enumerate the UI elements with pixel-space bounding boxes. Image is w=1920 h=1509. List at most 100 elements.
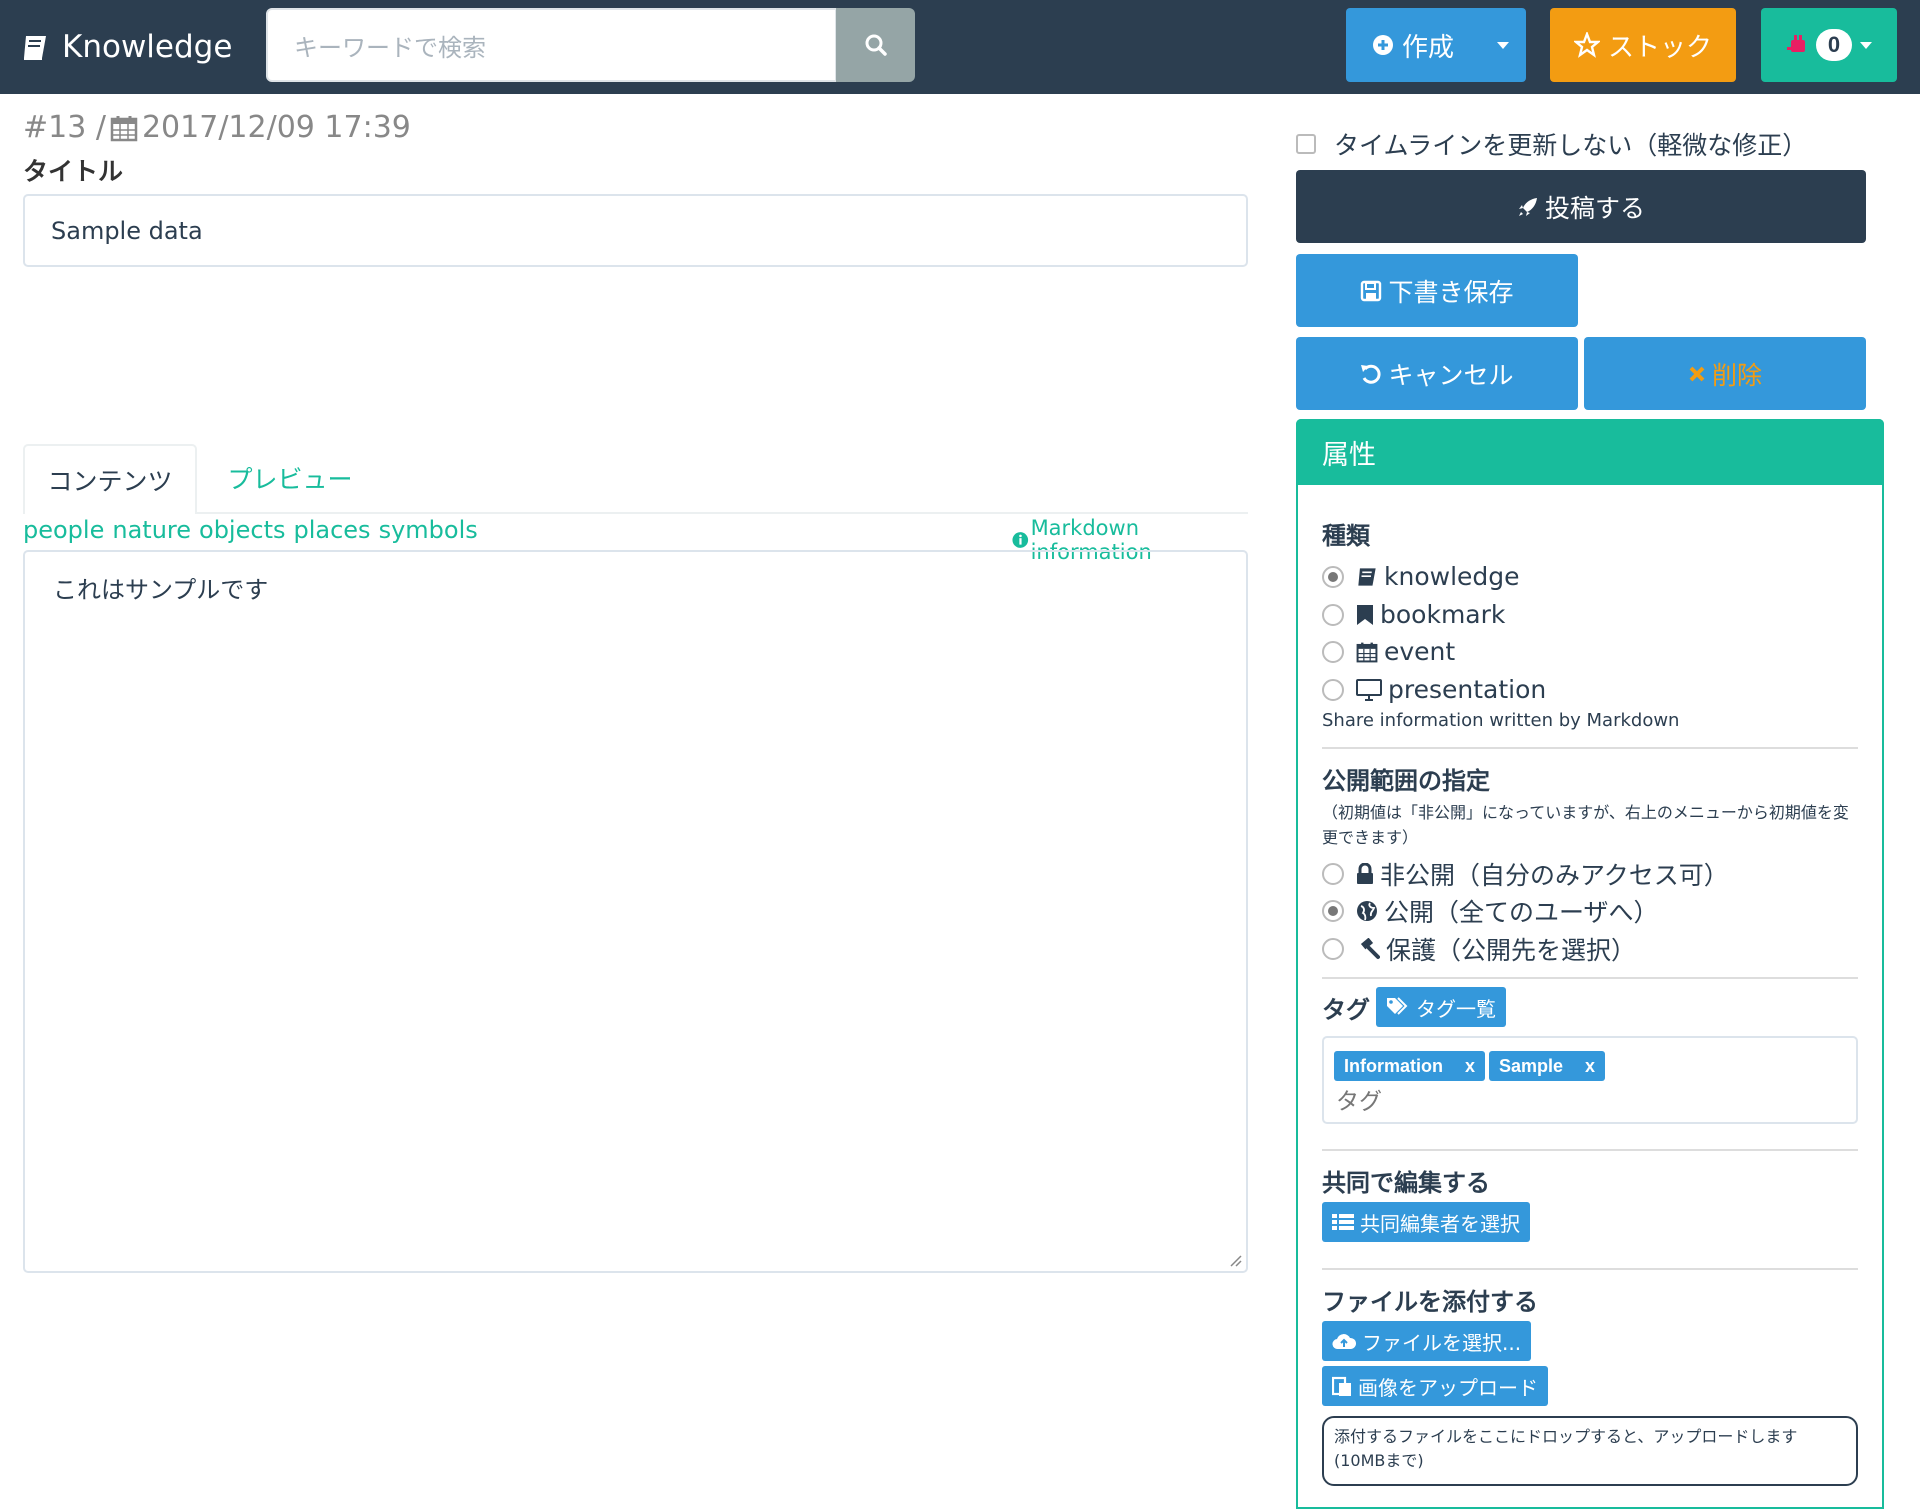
title-input[interactable]: Sample data (23, 194, 1248, 267)
type-label-presentation: presentation (1388, 675, 1547, 704)
knowledge-meta: #13 / 2017/12/09 17:39 (23, 110, 411, 145)
post-label: 投稿する (1544, 193, 1645, 223)
divider (1322, 977, 1858, 979)
plus-circle-icon (1373, 35, 1393, 55)
book-icon (1358, 567, 1376, 586)
search-icon (865, 34, 887, 56)
tag-input-placeholder[interactable]: タグ (1336, 1082, 1382, 1116)
monitor-icon (1356, 678, 1382, 701)
tag-remove-button[interactable]: x (1585, 1056, 1595, 1077)
notification-button[interactable]: 0 (1761, 8, 1897, 82)
type-radio-presentation[interactable] (1322, 678, 1344, 701)
scope-help-text: （初期値は「非公開」になっていますが、右上のメニューから初期値を変更できます） (1322, 803, 1849, 847)
save-draft-button[interactable]: 下書き保存 (1296, 254, 1578, 327)
title-value: Sample data (51, 216, 203, 245)
attach-section-title: ファイルを添付する (1322, 1288, 1538, 1316)
tag-chip-label: Sample (1499, 1055, 1564, 1076)
scope-option-protected[interactable]: 保護（公開先を選択） (1322, 931, 1636, 967)
scope-label-protected: 保護（公開先を選択） (1386, 936, 1637, 965)
emoji-link-places[interactable]: places (293, 516, 370, 544)
type-section-title: 種類 (1322, 522, 1370, 550)
scope-radio-private[interactable] (1322, 863, 1344, 885)
emoji-link-people[interactable]: people (23, 516, 104, 544)
brand-name: Knowledge (62, 29, 233, 65)
timeline-option[interactable]: タイムラインを更新しない（軽微な修正） (1296, 126, 1807, 162)
scope-option-private[interactable]: 非公開（自分のみアクセス可） (1322, 856, 1729, 892)
scope-option-public[interactable]: 公開（全てのユーザへ） (1322, 893, 1659, 929)
times-icon (1689, 366, 1705, 381)
type-option-knowledge[interactable]: knowledge (1322, 562, 1520, 591)
cloud-upload-icon (1332, 1334, 1356, 1350)
scope-radio-public[interactable] (1322, 900, 1344, 922)
stock-button[interactable]: ストック (1550, 8, 1736, 82)
choose-file-button[interactable]: ファイルを選択... (1322, 1321, 1532, 1361)
type-label-knowledge: knowledge (1384, 562, 1520, 591)
emoji-link-symbols[interactable]: symbols (379, 516, 478, 544)
drop-zone-text: 添付するファイルをここにドロップすると、アップロードします(10MBまで) (1334, 1427, 1798, 1470)
search-button[interactable] (836, 8, 915, 82)
knowledge-datetime: 2017/12/09 17:39 (141, 110, 411, 145)
type-radio-knowledge[interactable] (1322, 565, 1344, 588)
calendar-icon (1356, 642, 1378, 662)
tag-section-title: タグ (1322, 996, 1370, 1024)
tag-list-label: タグ一覧 (1416, 996, 1496, 1021)
lock-icon (1357, 863, 1373, 884)
timeline-checkbox[interactable] (1296, 134, 1316, 154)
type-radio-event[interactable] (1322, 640, 1344, 663)
search-input[interactable]: キーワードで検索 (266, 8, 837, 82)
title-label: タイトル (23, 157, 124, 186)
type-help-text: Share information written by Markdown (1322, 710, 1680, 731)
type-option-bookmark[interactable]: bookmark (1322, 600, 1505, 629)
tab-preview[interactable]: プレビュー (210, 444, 370, 512)
type-option-event[interactable]: event (1322, 637, 1455, 666)
scope-section-title: 公開範囲の指定 (1322, 767, 1490, 795)
resize-handle-icon[interactable] (1228, 1253, 1242, 1267)
content-textarea[interactable]: これはサンプルです (23, 550, 1248, 1273)
type-option-presentation[interactable]: presentation (1322, 675, 1546, 704)
caret-down-icon[interactable] (1496, 40, 1510, 50)
calendar-icon (110, 115, 138, 141)
paste-icon (1332, 1376, 1351, 1396)
file-drop-zone[interactable]: 添付するファイルをここにドロップすると、アップロードします(10MBまで) (1322, 1416, 1858, 1486)
scope-radio-protected[interactable] (1322, 938, 1344, 960)
create-button[interactable]: 作成 (1346, 8, 1526, 82)
coedit-section-title: 共同で編集する (1322, 1169, 1490, 1197)
post-button[interactable]: 投稿する (1296, 170, 1866, 243)
list-icon (1332, 1214, 1354, 1230)
caret-down-icon (1860, 42, 1872, 49)
gavel-icon (1360, 938, 1380, 959)
notification-count: 0 (1816, 29, 1852, 61)
plug-icon (1787, 35, 1805, 52)
bookmark-icon (1357, 604, 1373, 625)
brand-link[interactable]: Knowledge (22, 22, 232, 72)
undo-icon (1361, 364, 1381, 384)
save-draft-label: 下書き保存 (1388, 277, 1514, 307)
type-radio-bookmark[interactable] (1322, 603, 1344, 626)
select-coeditors-button[interactable]: 共同編集者を選択 (1322, 1202, 1530, 1242)
globe-icon (1357, 901, 1377, 921)
emoji-link-objects[interactable]: objects (199, 516, 285, 544)
emoji-link-nature[interactable]: nature (112, 516, 191, 544)
tag-list-button[interactable]: タグ一覧 (1376, 987, 1506, 1027)
book-icon (24, 36, 46, 60)
divider (1322, 747, 1858, 749)
floppy-disk-icon (1361, 280, 1382, 301)
tag-chip: Information x (1334, 1051, 1486, 1081)
content-value: これはサンプルです (53, 576, 269, 604)
tabs-divider (23, 512, 1248, 514)
tag-chip-label: Information (1344, 1055, 1443, 1076)
tag-remove-button[interactable]: x (1465, 1056, 1475, 1077)
tags-icon (1387, 997, 1408, 1015)
divider (1322, 1149, 1858, 1151)
divider (1322, 1268, 1858, 1270)
delete-button[interactable]: 削除 (1584, 337, 1866, 410)
delete-label: 削除 (1711, 360, 1762, 390)
attribute-panel-title: 属性 (1296, 419, 1884, 485)
rocket-icon (1518, 197, 1537, 216)
create-label: 作成 (1402, 32, 1455, 63)
cancel-button[interactable]: キャンセル (1296, 337, 1578, 410)
upload-image-button[interactable]: 画像をアップロード (1322, 1366, 1548, 1406)
scope-label-public: 公開（全てのユーザへ） (1384, 898, 1659, 927)
tab-content[interactable]: コンテンツ (23, 444, 197, 514)
tag-chip: Sample x (1489, 1051, 1606, 1081)
